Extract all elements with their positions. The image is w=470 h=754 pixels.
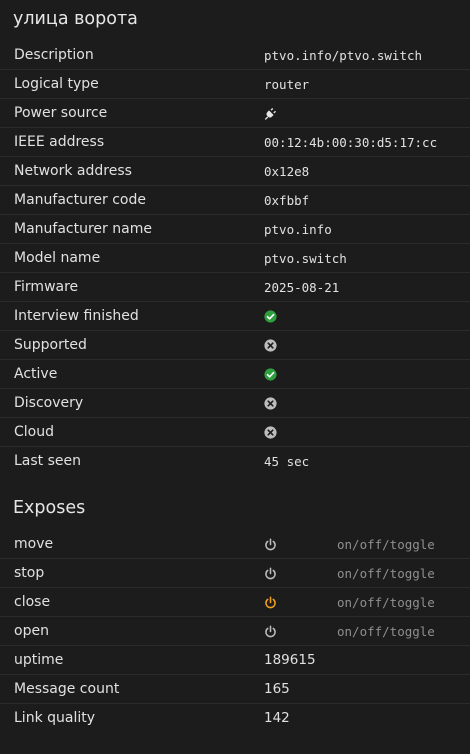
info-row-supported: Supported [0,331,470,360]
row-value: 45 sec [264,454,310,469]
row-value: 00:12:4b:00:30:d5:17:cc [264,135,438,150]
info-row-network-address: Network address 0x12e8 [0,157,470,186]
check-circle-icon [264,368,277,381]
expose-row-stop: stop on/off/toggle [0,559,470,588]
power-toggle-icon[interactable] [264,567,277,580]
row-label: Last seen [14,453,82,469]
device-info-table: Description ptvo.info/ptvo.switch Logica… [0,41,470,476]
row-label: Firmware [14,279,79,295]
row-label: Cloud [14,424,54,440]
row-label: Message count [14,681,120,697]
info-row-interview-finished: Interview finished [0,302,470,331]
access-hint: on/off/toggle [337,595,435,610]
info-row-firmware: Firmware 2025-08-21 [0,273,470,302]
power-toggle-icon[interactable] [264,538,277,551]
exposes-title: Exposes [13,498,86,518]
row-label: Supported [14,337,87,353]
access-hint: on/off/toggle [337,566,435,581]
row-label: Manufacturer name [14,221,152,237]
row-value: ptvo.switch [264,251,347,266]
info-row-last-seen: Last seen 45 sec [0,447,470,476]
info-row-logical-type: Logical type router [0,70,470,99]
expose-row-open: open on/off/toggle [0,617,470,646]
info-row-manufacturer-code: Manufacturer code 0xfbbf [0,186,470,215]
info-row-cloud: Cloud [0,418,470,447]
expose-row-move: move on/off/toggle [0,530,470,559]
row-label: Power source [14,105,108,121]
row-label: IEEE address [14,134,105,150]
row-value: ptvo.info [264,222,332,237]
x-circle-icon [264,339,277,352]
expose-row-uptime: uptime 189615 [0,646,470,675]
plug-icon [264,107,277,120]
row-label: Link quality [14,710,96,726]
exposes-table: move on/off/toggle stop on/off/toggle cl… [0,530,470,733]
x-circle-icon [264,426,277,439]
expose-row-message-count: Message count 165 [0,675,470,704]
row-label: stop [14,565,45,581]
expose-row-close: close on/off/toggle [0,588,470,617]
expose-row-link-quality: Link quality 142 [0,704,470,733]
row-label: open [14,623,49,639]
row-value: 165 [264,681,290,697]
info-row-description: Description ptvo.info/ptvo.switch [0,41,470,70]
row-label: Logical type [14,76,99,92]
row-label: Description [14,47,94,63]
info-row-manufacturer-name: Manufacturer name ptvo.info [0,215,470,244]
row-label: Manufacturer code [14,192,147,208]
row-label: Model name [14,250,101,266]
row-label: close [14,594,51,610]
info-row-active: Active [0,360,470,389]
row-label: Active [14,366,58,382]
row-value: 189615 [264,652,316,668]
device-title: улица ворота [13,9,138,29]
row-value: 0x12e8 [264,164,310,179]
row-label: Discovery [14,395,84,411]
info-row-power-source: Power source [0,99,470,128]
access-hint: on/off/toggle [337,624,435,639]
row-label: move [14,536,54,552]
x-circle-icon [264,397,277,410]
check-circle-icon [264,310,277,323]
info-row-model-name: Model name ptvo.switch [0,244,470,273]
info-row-ieee-address: IEEE address 00:12:4b:00:30:d5:17:cc [0,128,470,157]
row-value: 0xfbbf [264,193,310,208]
row-value: ptvo.info/ptvo.switch [264,48,423,63]
access-hint: on/off/toggle [337,537,435,552]
row-value: router [264,77,310,92]
row-label: Network address [14,163,132,179]
power-toggle-icon[interactable] [264,596,277,609]
row-value: 142 [264,710,290,726]
row-label: uptime [14,652,64,668]
row-label: Interview finished [14,308,139,324]
row-value: 2025-08-21 [264,280,340,295]
power-toggle-icon[interactable] [264,625,277,638]
info-row-discovery: Discovery [0,389,470,418]
